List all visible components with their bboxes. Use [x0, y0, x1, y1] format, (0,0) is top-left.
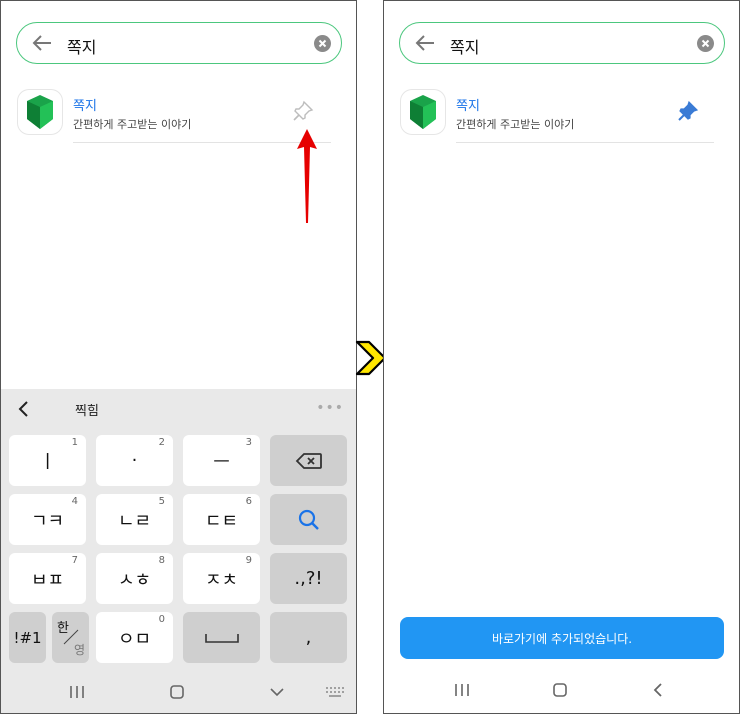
back-nav-icon[interactable] [652, 682, 664, 698]
app-subtitle: 간편하게 주고받는 이야기 [73, 118, 192, 131]
comma-key[interactable]: , [270, 612, 347, 663]
home-icon[interactable] [169, 684, 185, 700]
key-5[interactable]: ㄴㄹ 5 [96, 494, 173, 545]
search-bar[interactable]: 쪽지 [399, 22, 725, 64]
divider [73, 142, 331, 143]
search-result[interactable]: 쪽지 간편하게 주고받는 이야기 [400, 89, 720, 145]
back-arrow-icon[interactable] [414, 33, 436, 53]
search-result[interactable]: 쪽지 간편하게 주고받는 이야기 [17, 89, 337, 145]
key-9[interactable]: ㅈㅊ 9 [183, 553, 260, 604]
clear-icon[interactable] [314, 35, 331, 52]
annotation-arrow [297, 129, 317, 223]
pin-filled-icon[interactable] [676, 99, 700, 123]
nav-bar [1, 669, 356, 713]
recents-icon[interactable] [454, 683, 470, 697]
clear-icon[interactable] [697, 35, 714, 52]
suggestion-word[interactable]: 찍힘 [75, 400, 99, 419]
chevron-left-icon[interactable] [17, 400, 31, 418]
search-input[interactable]: 쪽지 [450, 34, 479, 58]
search-key[interactable] [270, 494, 347, 545]
app-icon[interactable] [400, 89, 446, 135]
app-title[interactable]: 쪽지 [456, 95, 480, 114]
keyboard-icon[interactable] [325, 686, 345, 698]
key-3[interactable]: ㅡ 3 [183, 435, 260, 486]
symbols-key[interactable]: !#1 [9, 612, 46, 663]
nav-bar [384, 667, 739, 713]
keyboard-suggestion-bar: 찍힘 ••• [1, 389, 356, 429]
backspace-key[interactable] [270, 435, 347, 486]
key-7[interactable]: ㅂㅍ 7 [9, 553, 86, 604]
language-key[interactable]: 한 영 [52, 612, 89, 663]
right-screen: 쪽지 쪽지 간편하게 주고받는 이야기 바로가기에 추가되었습니다. [383, 0, 740, 714]
search-bar[interactable]: 쪽지 [16, 22, 342, 64]
chevron-down-icon[interactable] [269, 686, 285, 698]
key-0[interactable]: ㅇㅁ 0 [96, 612, 173, 663]
left-screen: 쪽지 쪽지 간편하게 주고받는 이야기 찍힘 ••• ㅣ 1 · 2 ㅡ 3 ㄱ… [0, 0, 357, 714]
key-2[interactable]: · 2 [96, 435, 173, 486]
home-icon[interactable] [552, 682, 568, 698]
punctuation-key[interactable]: .,?! [270, 553, 347, 604]
key-4[interactable]: ㄱㅋ 4 [9, 494, 86, 545]
keyboard: 찍힘 ••• ㅣ 1 · 2 ㅡ 3 ㄱㅋ 4 ㄴㄹ 5 ㄷㅌ 6 ㅂㅍ 7 ㅅ… [1, 389, 356, 713]
app-title[interactable]: 쪽지 [73, 95, 97, 114]
search-icon [298, 509, 319, 530]
search-input[interactable]: 쪽지 [67, 34, 96, 58]
pin-outline-icon[interactable] [291, 99, 315, 123]
recents-icon[interactable] [69, 685, 85, 699]
backspace-icon [295, 452, 322, 469]
key-6[interactable]: ㄷㅌ 6 [183, 494, 260, 545]
more-icon[interactable]: ••• [316, 400, 344, 416]
toast-message: 바로가기에 추가되었습니다. [400, 617, 724, 659]
divider [456, 142, 714, 143]
space-key[interactable] [183, 612, 260, 663]
key-1[interactable]: ㅣ 1 [9, 435, 86, 486]
key-8[interactable]: ㅅㅎ 8 [96, 553, 173, 604]
app-subtitle: 간편하게 주고받는 이야기 [456, 118, 575, 131]
space-icon [204, 633, 239, 643]
app-icon[interactable] [17, 89, 63, 135]
back-arrow-icon[interactable] [31, 33, 53, 53]
